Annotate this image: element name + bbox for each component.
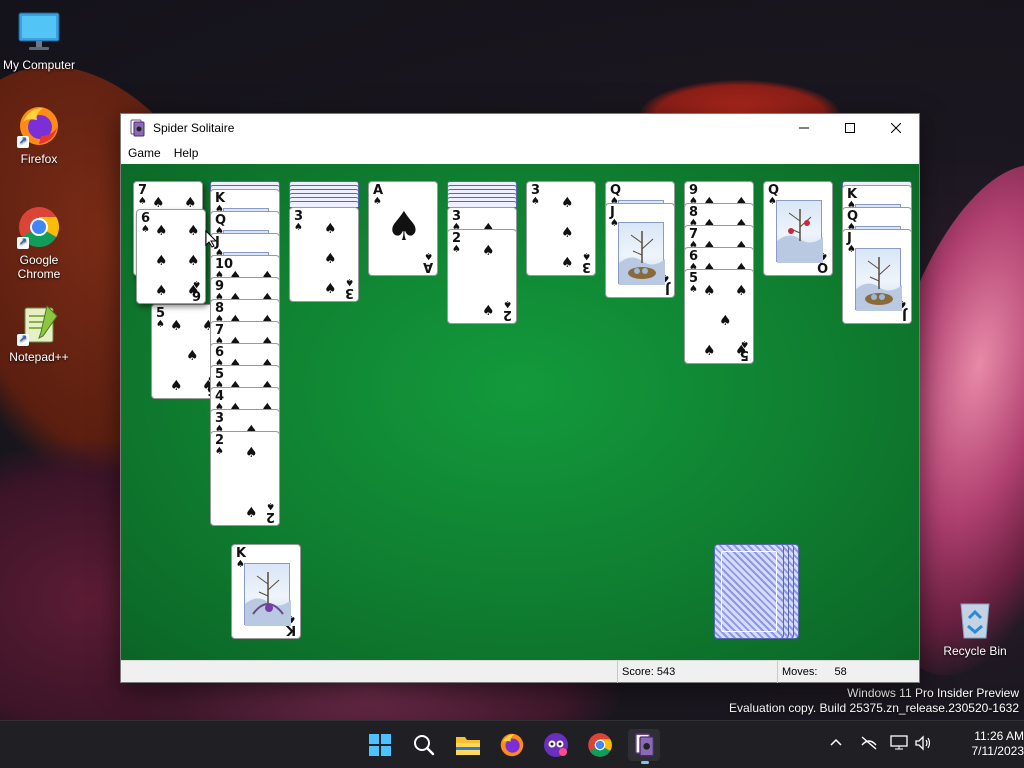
moves-display: Moves: 58 [777, 661, 919, 683]
desktop-icon-label: Google Chrome [17, 253, 61, 281]
chrome-taskbar-button[interactable] [584, 729, 616, 761]
desktop-icon-notepad-plus-plus[interactable]: ↗ Notepad++ [0, 302, 78, 364]
firefox-icon [500, 733, 524, 757]
monitor-status-icon[interactable] [890, 735, 908, 754]
clock-time: 11:26 AM [974, 729, 1024, 743]
clock[interactable]: 11:26 AM 7/11/2023 [944, 729, 1024, 759]
card-q-of-spades[interactable]: Q♠Q♠ [763, 181, 833, 276]
close-button[interactable] [873, 114, 919, 142]
spider-solitaire-icon [635, 733, 654, 757]
maximize-icon [845, 123, 855, 133]
desktop-icon-label: Firefox [20, 152, 58, 166]
moves-label: Moves: [782, 666, 818, 678]
clock-date: 7/11/2023 [971, 744, 1024, 758]
chrome-icon [588, 733, 612, 757]
maximize-button[interactable] [827, 114, 873, 142]
card-5-of-spades[interactable]: 5♠5♠♠♠♠♠♠ [684, 269, 754, 364]
desktop-icon-label: Recycle Bin [943, 644, 1007, 658]
monitor-icon [17, 10, 61, 54]
desktop-icon-label: Notepad++ [9, 350, 69, 364]
start-button[interactable] [364, 729, 396, 761]
volume-icon[interactable] [914, 735, 932, 754]
stock-pile[interactable] [714, 544, 784, 639]
notepad-plus-plus-icon: ↗ [17, 302, 61, 346]
file-explorer-icon [456, 737, 480, 755]
minimize-button[interactable] [781, 114, 827, 142]
taskbar: 11:26 AM 7/11/2023 [0, 720, 1024, 768]
card-a-of-spades[interactable]: A ♠ A ♠ ♠ [368, 181, 438, 276]
chevron-up-icon[interactable] [828, 735, 844, 754]
menu-bar: Game Help [121, 142, 919, 164]
watermark-line-1: Windows 11 Pro Insider Preview [847, 686, 1019, 700]
search-icon [414, 735, 435, 756]
dragged-card-6-of-spades[interactable]: 6 ♠ 6 ♠ ♠ ♠ ♠ ♠ ♠ ♠ [136, 209, 206, 304]
file-explorer-button[interactable] [452, 729, 484, 761]
card-3-of-spades[interactable]: 3♠3♠♠♠♠ [526, 181, 596, 276]
menu-game[interactable]: Game [123, 146, 166, 160]
desktop-icon-firefox[interactable]: ↗ Firefox [0, 104, 78, 166]
start-icon [369, 734, 391, 756]
window-title: Spider Solitaire [153, 121, 235, 135]
card-j-of-spades[interactable]: J♠J♠ [605, 203, 675, 298]
firefox-icon: ↗ [17, 104, 61, 148]
status-bar: Score: 543 Moves: 58 [121, 660, 919, 683]
recycle-bin-icon [953, 596, 997, 640]
spider-solitaire-window: Spider Solitaire Game Help 5♠5♠♠♠♠♠♠ K♠K♠… [120, 113, 920, 683]
desktop-icon-google-chrome[interactable]: ↗ Google Chrome [0, 205, 78, 281]
title-bar[interactable]: Spider Solitaire [121, 114, 919, 142]
watermark-line-2: Evaluation copy. Build 25375.zn_release.… [729, 701, 1019, 715]
network-off-icon[interactable] [860, 735, 878, 754]
minimize-icon [799, 127, 809, 129]
windows-watermark: Windows 11 Pro Insider Preview Evaluatio… [729, 686, 1019, 716]
desktop-icon-my-computer[interactable]: My Computer [0, 10, 78, 72]
media-app-icon [544, 733, 568, 757]
spider-solitaire-icon [128, 119, 146, 137]
card-2-of-spades[interactable]: 2 ♠ 2 ♠ ♠ ♠ [210, 431, 280, 526]
score-display: Score: 543 [617, 661, 777, 683]
search-button[interactable] [408, 729, 440, 761]
card-2-of-spades[interactable]: 2 ♠ 2 ♠ ♠ ♠ [447, 229, 517, 324]
chrome-icon: ↗ [17, 205, 61, 249]
desktop-icon-label: My Computer [2, 58, 76, 72]
media-app-button[interactable] [540, 729, 572, 761]
menu-help[interactable]: Help [169, 146, 204, 160]
close-icon [891, 123, 901, 133]
spider-solitaire-taskbar-button[interactable] [628, 729, 660, 764]
moves-value: 58 [834, 666, 847, 678]
card-3-of-spades[interactable]: 3♠3♠♠♠♠ [289, 207, 359, 302]
card-j-of-spades[interactable]: J♠J♠ [842, 229, 912, 324]
firefox-taskbar-button[interactable] [496, 729, 528, 761]
mouse-pointer-icon [205, 229, 218, 253]
completed-pile-king-of-spades[interactable]: K ♠ K ♠ [231, 544, 301, 639]
game-board[interactable]: 5♠5♠♠♠♠♠♠K♠K♠Q♠Q♠J♠J♠10♠10♠♠♠♠♠♠♠♠♠♠♠9♠9… [121, 164, 919, 660]
desktop-icon-recycle-bin[interactable]: Recycle Bin [936, 596, 1014, 658]
